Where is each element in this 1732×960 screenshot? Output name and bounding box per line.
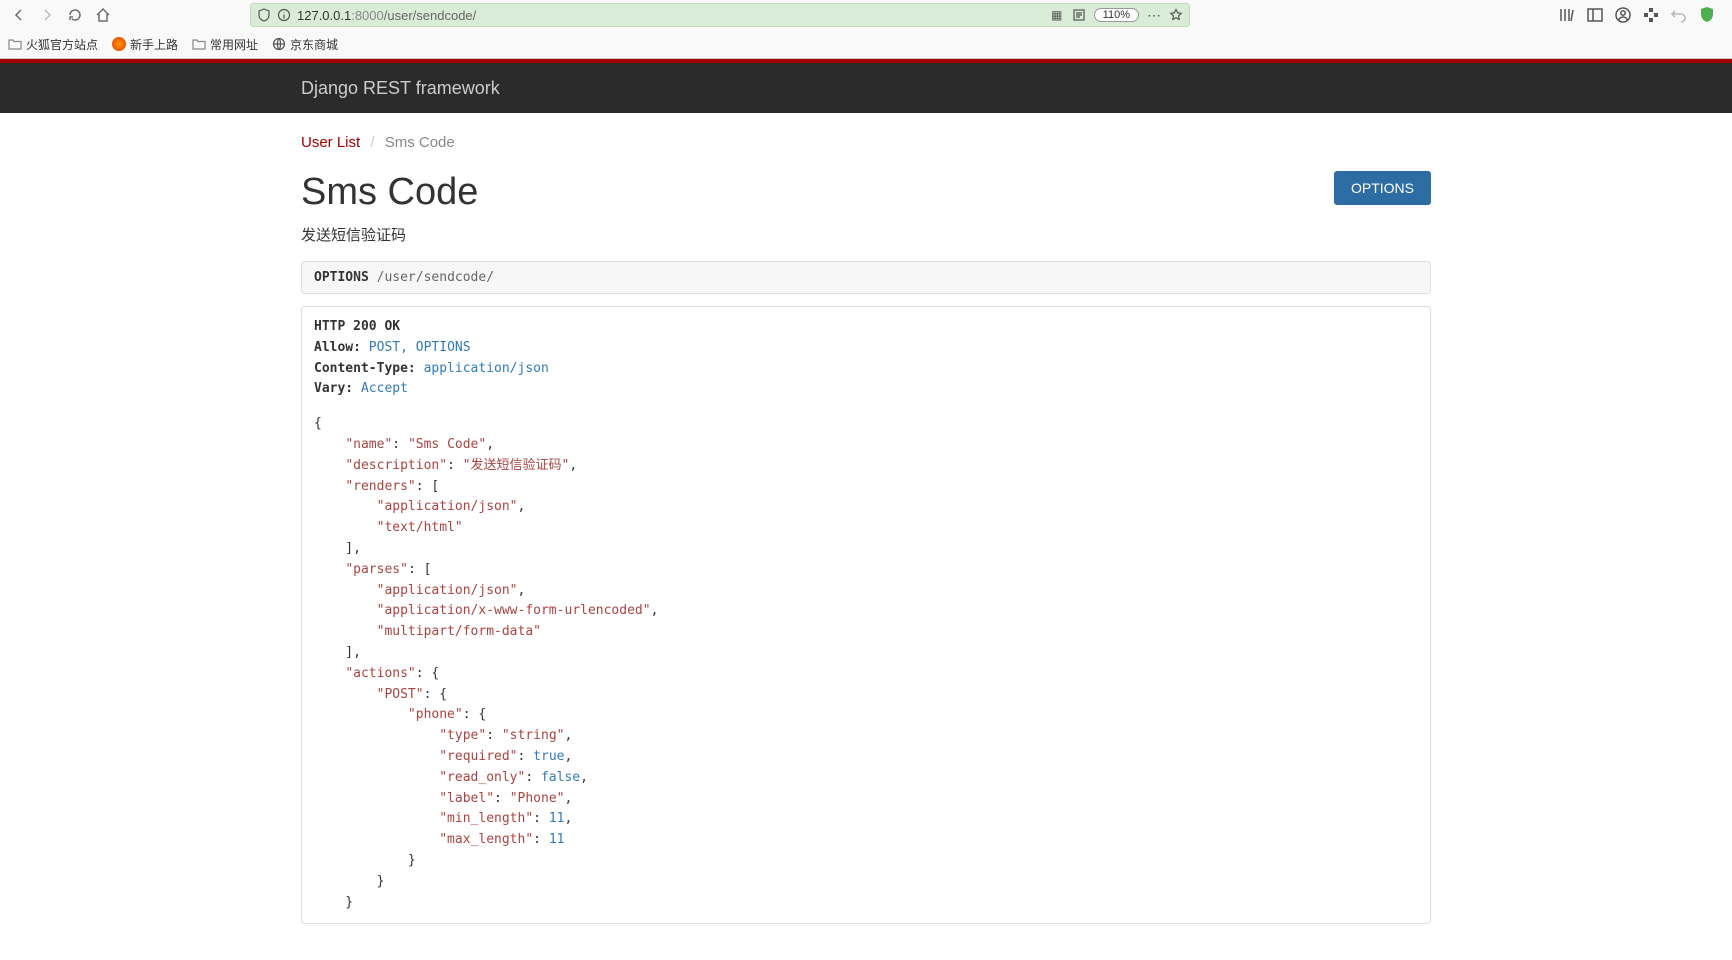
account-icon[interactable] [1614, 6, 1632, 24]
back-button[interactable] [8, 4, 30, 26]
extension-icon[interactable] [1642, 6, 1660, 24]
breadcrumb-current: Sms Code [385, 134, 455, 151]
breadcrumb-root[interactable]: User List [301, 134, 360, 151]
drf-brand[interactable]: Django REST framework [301, 78, 500, 98]
qr-icon[interactable]: ▦ [1050, 8, 1064, 22]
url-bar[interactable]: 127.0.0.1:8000/user/sendcode/ ▦ 110% ⋯ [250, 3, 1190, 27]
url-text: 127.0.0.1:8000/user/sendcode/ [297, 8, 476, 23]
response-status: HTTP 200 OK [314, 317, 1418, 338]
bookmark-star-icon[interactable] [1169, 8, 1183, 22]
folder-icon [192, 37, 206, 51]
library-icon[interactable] [1558, 6, 1576, 24]
response-json: { "name": "Sms Code", "description": "发送… [314, 414, 1418, 913]
request-info: OPTIONS /user/sendcode/ [301, 261, 1431, 294]
bookmark-item[interactable]: 新手上路 [112, 36, 178, 53]
forward-button[interactable] [36, 4, 58, 26]
reload-button[interactable] [64, 4, 86, 26]
options-button[interactable]: OPTIONS [1334, 171, 1431, 205]
home-button[interactable] [92, 4, 114, 26]
folder-icon [8, 37, 22, 51]
zoom-badge[interactable]: 110% [1094, 8, 1139, 22]
sidebar-icon[interactable] [1586, 6, 1604, 24]
globe-icon [272, 37, 286, 51]
page-title: Sms Code [301, 171, 478, 214]
reader-icon[interactable] [1072, 8, 1086, 22]
response-block: HTTP 200 OK Allow: POST, OPTIONS Content… [301, 306, 1431, 924]
firefox-icon [112, 37, 126, 51]
undo-icon[interactable] [1670, 6, 1688, 24]
shield-icon [257, 8, 271, 22]
bookmark-item[interactable]: 常用网址 [192, 36, 258, 53]
breadcrumb: User List / Sms Code [301, 128, 1431, 151]
ublock-icon[interactable] [1698, 6, 1716, 24]
info-icon[interactable] [277, 8, 291, 22]
bookmarks-bar: 火狐官方站点 新手上路 常用网址 京东商城 [0, 30, 1732, 58]
page-actions-icon[interactable]: ⋯ [1147, 7, 1161, 24]
bookmark-item[interactable]: 火狐官方站点 [8, 36, 98, 53]
bookmark-item[interactable]: 京东商城 [272, 36, 338, 53]
page-description: 发送短信验证码 [301, 224, 1431, 245]
